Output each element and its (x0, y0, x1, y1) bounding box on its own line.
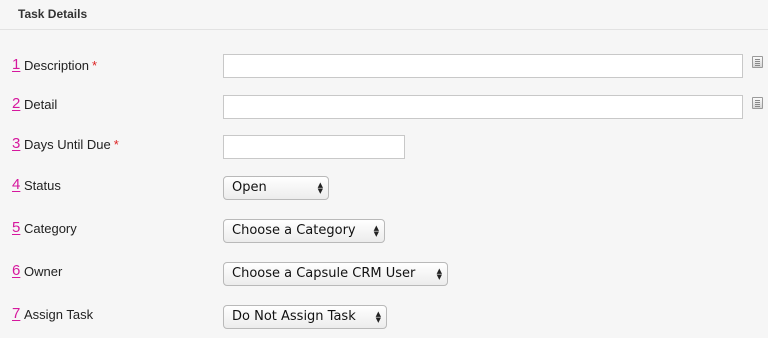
annotation-number: 5 (12, 219, 21, 236)
annotation-number: 7 (12, 305, 21, 322)
annotation-number: 3 (12, 135, 21, 152)
days-until-due-row: 3 Days Until Due * (0, 135, 768, 165)
status-row: 4 Status Open ▲ ▼ (0, 176, 768, 206)
assign-task-select[interactable]: Do Not Assign Task ▲ ▼ (223, 305, 387, 329)
owner-label: Owner (24, 264, 63, 279)
annotation-number: 2 (12, 95, 21, 112)
memo-expand-icon[interactable] (752, 97, 763, 109)
section-divider (0, 29, 768, 30)
owner-row: 6 Owner Choose a Capsule CRM User ▲ ▼ (0, 262, 768, 292)
days-until-due-label: Days Until Due * (24, 137, 119, 152)
updown-chevron-icon: ▲ ▼ (317, 180, 323, 195)
assign-task-selected-value: Do Not Assign Task (232, 309, 356, 324)
status-select[interactable]: Open ▲ ▼ (223, 176, 329, 200)
detail-row: 2 Detail (0, 95, 768, 125)
detail-label: Detail (24, 97, 58, 112)
updown-chevron-icon: ▲ ▼ (436, 266, 442, 281)
assign-task-row: 7 Assign Task Do Not Assign Task ▲ ▼ (0, 305, 768, 335)
owner-select[interactable]: Choose a Capsule CRM User ▲ ▼ (223, 262, 448, 286)
updown-chevron-icon: ▲ ▼ (375, 309, 381, 324)
category-selected-value: Choose a Category (232, 223, 356, 238)
days-until-due-input[interactable] (223, 135, 405, 159)
required-mark: * (113, 137, 119, 152)
status-label: Status (24, 178, 61, 193)
assign-task-label: Assign Task (24, 307, 94, 322)
detail-input[interactable] (223, 95, 743, 119)
annotation-number: 4 (12, 176, 21, 193)
category-select[interactable]: Choose a Category ▲ ▼ (223, 219, 385, 243)
description-row: 1 Description * (0, 54, 768, 86)
required-mark: * (92, 58, 98, 73)
section-title: Task Details (18, 7, 88, 21)
description-input[interactable] (223, 54, 743, 78)
description-label: Description * (24, 58, 98, 73)
category-row: 5 Category Choose a Category ▲ ▼ (0, 219, 768, 249)
owner-selected-value: Choose a Capsule CRM User (232, 266, 416, 281)
status-selected-value: Open (232, 180, 267, 195)
annotation-number: 1 (12, 56, 21, 73)
category-label: Category (24, 221, 77, 236)
annotation-number: 6 (12, 262, 21, 279)
memo-expand-icon[interactable] (752, 56, 763, 68)
updown-chevron-icon: ▲ ▼ (373, 223, 379, 238)
